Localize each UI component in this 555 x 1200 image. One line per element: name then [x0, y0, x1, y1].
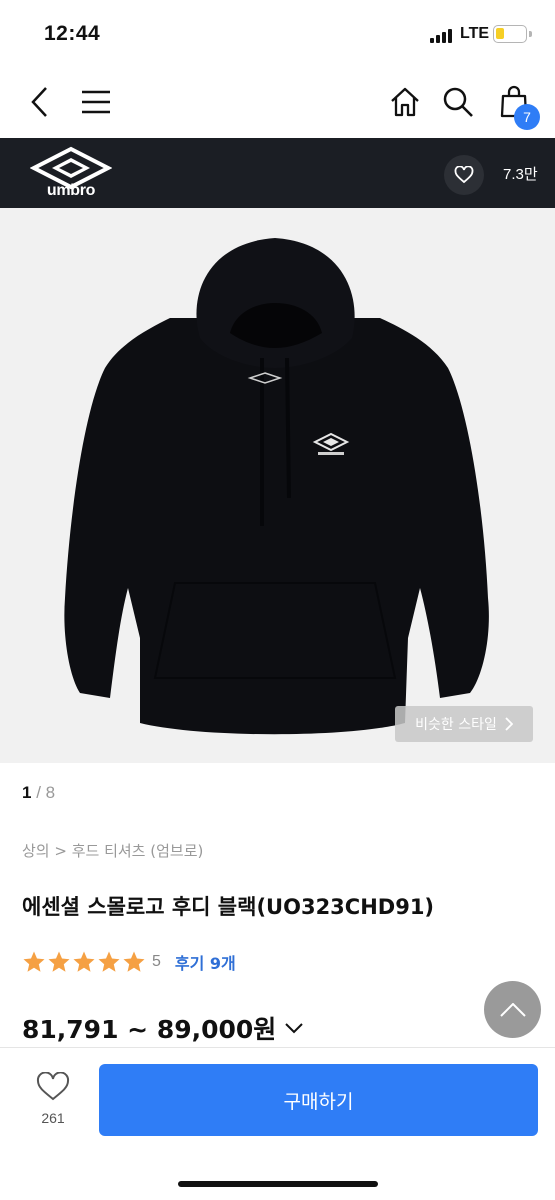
pager-total: 8 — [45, 783, 56, 802]
chevron-up-icon — [499, 1002, 526, 1017]
search-icon[interactable] — [440, 84, 476, 120]
chevron-right-icon — [505, 717, 513, 731]
home-icon[interactable] — [387, 84, 423, 120]
star-icon — [73, 951, 95, 972]
home-indicator — [178, 1181, 378, 1187]
similar-style-button[interactable]: 비슷한 스타일 — [395, 706, 533, 742]
brand-bar[interactable]: umbro 7.3만 — [0, 138, 555, 208]
battery-icon — [493, 25, 527, 43]
product-image[interactable] — [0, 208, 555, 763]
buy-button[interactable]: 구매하기 — [99, 1064, 538, 1136]
brand-favorite-button[interactable] — [444, 155, 484, 195]
product-title: 에센셜 스몰로고 후디 블랙(UO323CHD91) — [22, 895, 435, 919]
signal-icon — [430, 29, 454, 43]
star-icon — [123, 951, 145, 972]
brand-name: umbro — [46, 182, 96, 199]
rating-stars — [22, 950, 146, 974]
rating-value: 5 — [152, 953, 161, 970]
review-link[interactable]: 후기 9개 — [175, 950, 236, 974]
top-nav — [0, 70, 555, 138]
hoodie-image — [64, 238, 489, 735]
brand-favorite-count: 7.3만 — [503, 166, 538, 183]
pager-separator: / — [31, 783, 46, 802]
similar-style-label: 비슷한 스타일 — [415, 717, 497, 733]
star-icon — [23, 951, 45, 972]
rating-row: 5 후기 9개 — [22, 950, 236, 974]
chevron-down-icon[interactable] — [284, 1022, 304, 1034]
star-icon — [98, 951, 120, 972]
bottom-divider — [0, 1047, 555, 1048]
back-icon[interactable] — [22, 84, 58, 120]
like-count: 261 — [41, 1110, 65, 1126]
battery-cap — [529, 31, 532, 37]
scroll-to-top-button[interactable] — [484, 981, 541, 1038]
star-icon — [48, 951, 70, 972]
price-row[interactable]: 81,791 ~ 89,000원 — [22, 1010, 304, 1046]
status-bar: 12:44 LTE — [0, 0, 555, 70]
battery-level — [496, 28, 504, 39]
status-time: 12:44 — [44, 22, 101, 45]
heart-outline-icon — [36, 1072, 70, 1101]
price: 81,791 ~ 89,000원 — [22, 1015, 277, 1044]
breadcrumb[interactable]: 상의 > 후드 티셔츠 (엄브로) — [22, 840, 203, 861]
like-button[interactable]: 261 — [22, 1066, 84, 1136]
heart-icon — [454, 166, 474, 184]
cart-badge[interactable]: 7 — [514, 104, 540, 130]
image-pager: 1 / 8 — [22, 783, 55, 803]
menu-icon[interactable] — [78, 84, 114, 120]
network-label: LTE — [460, 25, 490, 42]
